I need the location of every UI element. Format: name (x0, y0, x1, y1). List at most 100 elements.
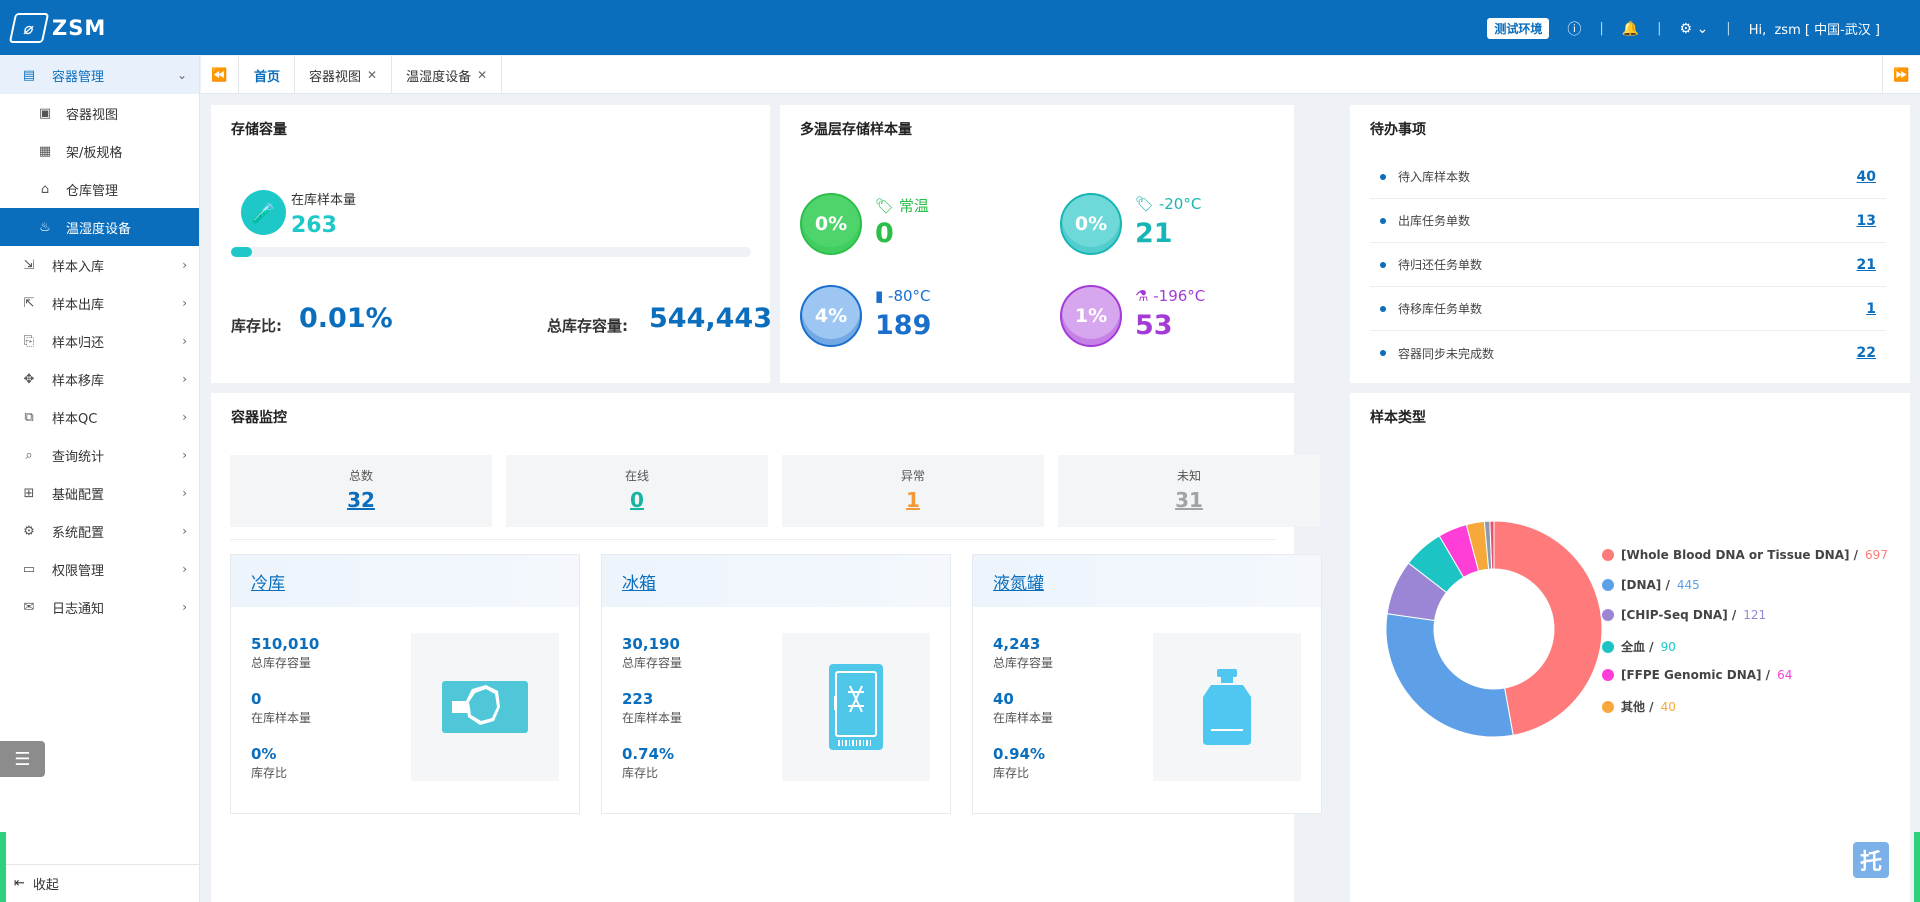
container-card-header: 冰箱 (602, 555, 950, 607)
temp-label-minus80: ▮ -80°C (875, 287, 931, 305)
sidebar-collapse-button[interactable]: ⇤ 收起 (0, 864, 200, 902)
sidebar-item-label: 样本入库 (52, 259, 105, 275)
qc-icon: ⧉ (24, 409, 34, 425)
gauge-percent: 0% (814, 213, 848, 235)
logo-text: ZSM (52, 16, 107, 40)
double-left-icon: ⏪ (211, 67, 228, 83)
card-title: 样本类型 (1370, 410, 1426, 426)
tab-scroll-right[interactable]: ⏩ (1882, 56, 1920, 94)
sidebar-subitem-temp-humidity[interactable]: ♨ 温湿度设备 (0, 208, 199, 246)
sidebar-item-query-stats[interactable]: ⌕ 查询统计 › (0, 436, 199, 474)
legend-label: [Whole Blood DNA or Tissue DNA] / (1621, 548, 1859, 562)
todo-count-link[interactable]: 1 (1866, 301, 1876, 317)
sidebar-item-sample-in[interactable]: ⇲ 样本入库 › (0, 246, 199, 284)
stat-value-link[interactable]: 0 (506, 488, 768, 512)
stock-value: 223 (622, 690, 654, 708)
sidebar-item-log-notify[interactable]: ✉ 日志通知 › (0, 588, 199, 626)
ratio-item: 0.74% 库存比 (622, 745, 674, 781)
test-tube-icon: 🧪 (241, 190, 286, 235)
app-logo[interactable]: ⌀ ZSM (8, 12, 107, 44)
tab-temp-humidity[interactable]: 温湿度设备 ✕ (392, 56, 503, 94)
container-card-nitrogen-tank: 液氮罐 4,243 总库存容量 40 在库样本量 0.94% 库存比 (972, 554, 1322, 814)
user-menu[interactable]: Hi, zsm [ 中国-武汉 ] (1749, 19, 1880, 38)
legend-item[interactable]: [CHIP-Seq DNA] / 121 (1602, 608, 1766, 622)
todo-item: 出库任务单数 13 (1370, 199, 1886, 243)
stat-value-link[interactable]: 31 (1058, 488, 1320, 512)
cold-storage-icon (411, 633, 559, 781)
stock-value: 40 (993, 690, 1014, 708)
legend-item[interactable]: 全血 / 90 (1602, 638, 1676, 655)
todo-count-link[interactable]: 22 (1857, 345, 1876, 361)
container-title-link[interactable]: 冷库 (251, 569, 285, 594)
divider (230, 539, 1275, 540)
stock-item: 0 在库样本量 (251, 690, 311, 726)
todo-count-link[interactable]: 21 (1857, 257, 1876, 273)
import-icon: ⇲ (23, 257, 35, 273)
chevron-right-icon: › (182, 258, 187, 272)
tab-scroll-left[interactable]: ⏪ (201, 56, 239, 94)
freezer-icon (782, 633, 930, 781)
config-icon: ⊞ (23, 485, 35, 501)
logo-icon: ⌀ (8, 13, 50, 43)
legend-item[interactable]: [FFPE Genomic DNA] / 64 (1602, 668, 1792, 682)
assistant-float-button[interactable]: 托 (1853, 842, 1889, 878)
container-card-freezer: 冰箱 30,190 总库存容量 223 在库样本量 0.74% 库存比 (601, 554, 951, 814)
ratio-label: 库存比 (993, 766, 1030, 780)
floating-menu-button[interactable]: ☰ (0, 741, 45, 777)
chevron-right-icon: › (182, 410, 187, 424)
temp-label-minus20: 🏷 -20°C (1135, 195, 1201, 213)
total-capacity-label: 总库存容量: (547, 317, 628, 335)
sidebar-item-label: 温湿度设备 (66, 221, 132, 237)
settings-dropdown[interactable]: ⚙ ⌄ (1680, 21, 1709, 37)
sidebar-item-label: 样本移库 (52, 373, 105, 389)
capacity-item: 510,010 总库存容量 (251, 635, 319, 671)
todo-card: 待办事项 待入库样本数 40 出库任务单数 13 待归还任务单数 21 待移库任务单数… (1350, 105, 1910, 383)
nitrogen-tank-icon (1153, 633, 1301, 781)
stat-label: 未知 (1176, 469, 1201, 483)
temp-gauge-minus196: 1% (1060, 285, 1122, 347)
ratio-value: 0.01% (299, 303, 393, 334)
stat-value-link[interactable]: 1 (782, 488, 1044, 512)
stock-label: 在库样本量 (993, 711, 1054, 725)
sidebar-item-container-management[interactable]: ▤ 容器管理 ⌄ (0, 56, 199, 94)
sidebar-subitem-warehouse[interactable]: ⌂ 仓库管理 (0, 170, 199, 208)
gauge-percent: 1% (1074, 305, 1108, 327)
tab-container-view[interactable]: 容器视图 ✕ (295, 56, 393, 94)
stat-label: 在线 (624, 469, 649, 483)
container-title-link[interactable]: 冰箱 (622, 569, 656, 594)
export-icon: ⇱ (23, 295, 35, 311)
stat-value-link[interactable]: 32 (230, 488, 492, 512)
sidebar-item-sample-qc[interactable]: ⧉ 样本QC › (0, 398, 199, 436)
todo-count-link[interactable]: 13 (1857, 213, 1876, 229)
bell-icon[interactable]: 🔔 (1622, 21, 1639, 37)
gear-icon: ⚙ (23, 523, 35, 539)
todo-label: 待移库任务单数 (1398, 302, 1483, 316)
sidebar-item-permissions[interactable]: ▭ 权限管理 › (0, 550, 199, 588)
donut-slice[interactable] (1385, 613, 1514, 738)
todo-count-link[interactable]: 40 (1857, 169, 1876, 185)
mail-icon: ✉ (23, 599, 35, 615)
sidebar-item-system-config[interactable]: ⚙ 系统配置 › (0, 512, 199, 550)
close-icon[interactable]: ✕ (477, 68, 487, 82)
legend-item[interactable]: [Whole Blood DNA or Tissue DNA] / 697 (1602, 548, 1888, 562)
sidebar-subitem-rack-spec[interactable]: ▦ 架/板规格 (0, 132, 199, 170)
todo-item: 待归还任务单数 21 (1370, 243, 1886, 287)
donut-slice[interactable] (1493, 520, 1603, 736)
bullet-icon (1380, 261, 1386, 268)
sidebar-subitem-container-view[interactable]: ▣ 容器视图 (0, 94, 199, 132)
legend-item[interactable]: 其他 / 40 (1602, 698, 1676, 715)
user-location: [ 中国-武汉 ] (1804, 23, 1880, 38)
temp-gauge-minus20: 0% (1060, 193, 1122, 255)
sidebar-item-sample-return[interactable]: ⎘ 样本归还 › (0, 322, 199, 360)
tab-home[interactable]: 首页 (240, 56, 296, 94)
help-icon[interactable]: ⓘ (1567, 19, 1581, 39)
sidebar-item-sample-out[interactable]: ⇱ 样本出库 › (0, 284, 199, 322)
container-title-link[interactable]: 液氮罐 (993, 569, 1044, 594)
temp-label-ambient: 🏷 常温 (875, 195, 929, 216)
capacity-item: 30,190 总库存容量 (622, 635, 682, 671)
close-icon[interactable]: ✕ (367, 68, 377, 82)
sidebar-item-sample-move[interactable]: ✥ 样本移库 › (0, 360, 199, 398)
sidebar-item-base-config[interactable]: ⊞ 基础配置 › (0, 474, 199, 512)
ratio-item: 0.94% 库存比 (993, 745, 1045, 781)
legend-item[interactable]: [DNA] / 445 (1602, 578, 1700, 592)
